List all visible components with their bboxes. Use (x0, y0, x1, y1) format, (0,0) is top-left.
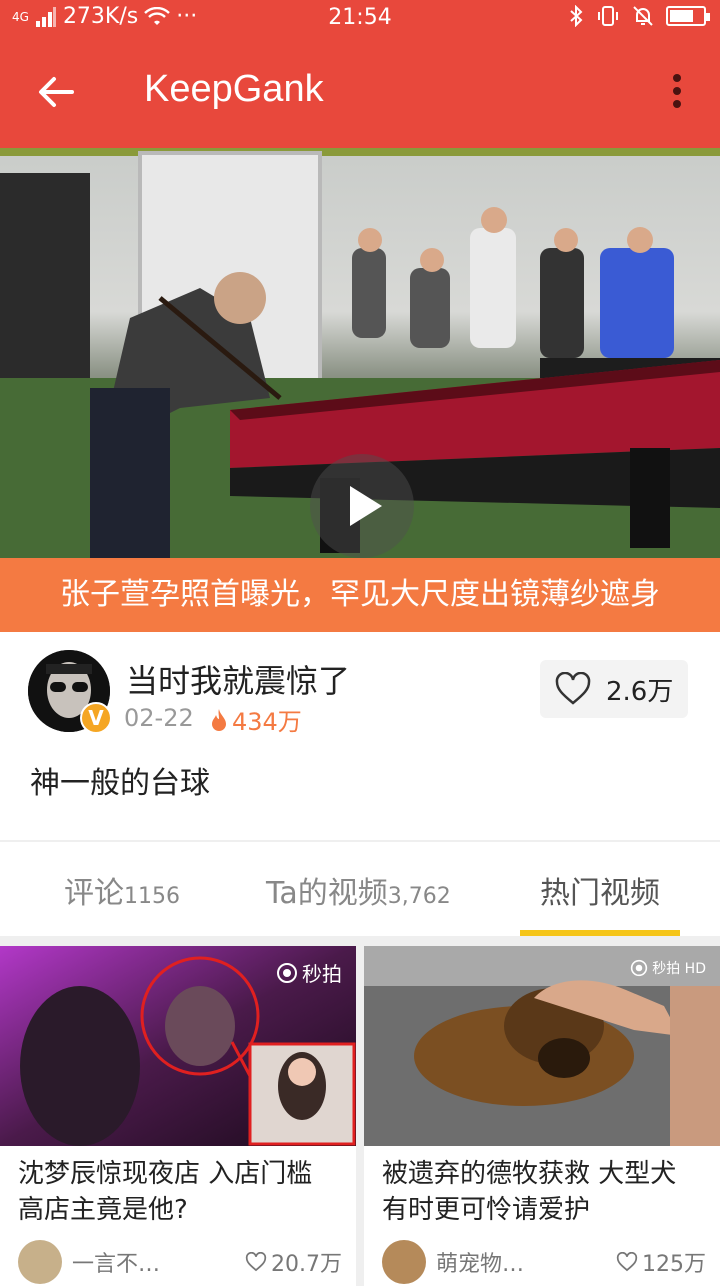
card-author-name: 一言不… (72, 1252, 161, 1277)
camera-icon (631, 959, 648, 977)
card-like-count: 125万 (616, 1246, 706, 1278)
flame-icon (212, 708, 226, 731)
card-author-avatar (18, 1240, 62, 1284)
video-card[interactable]: 秒拍 HD 被遗弃的德牧获救 大型犬有时更可怜请爱护 萌宠物… 125万 (364, 946, 720, 1286)
verified-badge: V (80, 702, 112, 734)
tab-hot-videos-label: 热门视频 (540, 876, 660, 911)
promo-banner[interactable]: 张子萱孕照首曝光，罕见大尺度出镜薄纱遮身 (0, 558, 720, 632)
card-footer: 一言不… 20.7万 (18, 1240, 342, 1284)
card-title: 被遗弃的德牧获救 大型犬有时更可怜请爱护 (382, 1159, 677, 1225)
post-description: 神一般的台球 (30, 766, 210, 801)
app-bar: KeepGank (0, 36, 720, 148)
card-thumbnail: 秒拍 (0, 946, 356, 1146)
status-bar: 4G 273K/s ··· 21:54 (0, 0, 720, 36)
card-like-count-text: 20.7万 (271, 1252, 342, 1277)
card-watermark-text: 秒拍 (302, 962, 342, 986)
card-footer: 萌宠物… 125万 (382, 1240, 706, 1284)
video-player[interactable] (0, 148, 720, 558)
post-info: V 当时我就震惊了 02-22 434万 2.6万 神一般的台球 (0, 632, 720, 840)
mute-bell-icon (633, 6, 653, 26)
tab-author-videos-count: 3,762 (387, 884, 451, 909)
card-thumbnail: 秒拍 HD (364, 946, 720, 1146)
card-watermark: 秒拍 (276, 958, 342, 987)
card-watermark: 秒拍 HD (630, 958, 706, 978)
tab-bar: 评论1156 Ta的视频3,762 热门视频 (0, 842, 720, 936)
vibrate-icon (598, 6, 618, 26)
battery-icon (666, 6, 710, 26)
author-name[interactable]: 当时我就震惊了 (126, 656, 350, 702)
tab-hot-videos[interactable]: 热门视频 (540, 868, 660, 912)
view-count-text: 434万 (232, 708, 302, 736)
like-count: 2.6万 (606, 676, 674, 707)
card-like-count: 20.7万 (245, 1246, 342, 1278)
video-card[interactable]: 秒拍 沈梦辰惊现夜店 入店门槛高店主竟是他? 一言不… 20.7万 (0, 946, 356, 1286)
tab-author-videos-label: Ta的视频 (266, 876, 388, 911)
tab-indicator (520, 930, 680, 936)
page-title: KeepGank (144, 68, 324, 110)
play-icon (350, 486, 382, 526)
heart-icon (245, 1252, 267, 1272)
card-author-name: 萌宠物… (436, 1252, 525, 1277)
tab-author-videos[interactable]: Ta的视频3,762 (266, 868, 451, 912)
bluetooth-icon (570, 5, 583, 27)
camera-icon (277, 962, 297, 983)
tab-comments-count: 1156 (124, 884, 180, 909)
heart-icon (555, 672, 591, 705)
more-options-icon[interactable] (672, 74, 682, 110)
like-button[interactable]: 2.6万 (540, 660, 688, 718)
card-author-avatar (382, 1240, 426, 1284)
heart-icon (616, 1252, 638, 1272)
tab-comments[interactable]: 评论1156 (64, 868, 180, 912)
tab-comments-label: 评论 (64, 876, 124, 911)
card-watermark-text: 秒拍 HD (652, 961, 706, 977)
play-button[interactable] (310, 454, 414, 558)
post-date: 02-22 (124, 704, 194, 732)
back-arrow-icon[interactable] (36, 72, 76, 112)
view-count: 434万 (210, 702, 302, 737)
card-like-count-text: 125万 (642, 1252, 706, 1277)
card-title: 沈梦辰惊现夜店 入店门槛高店主竟是他? (18, 1159, 313, 1225)
